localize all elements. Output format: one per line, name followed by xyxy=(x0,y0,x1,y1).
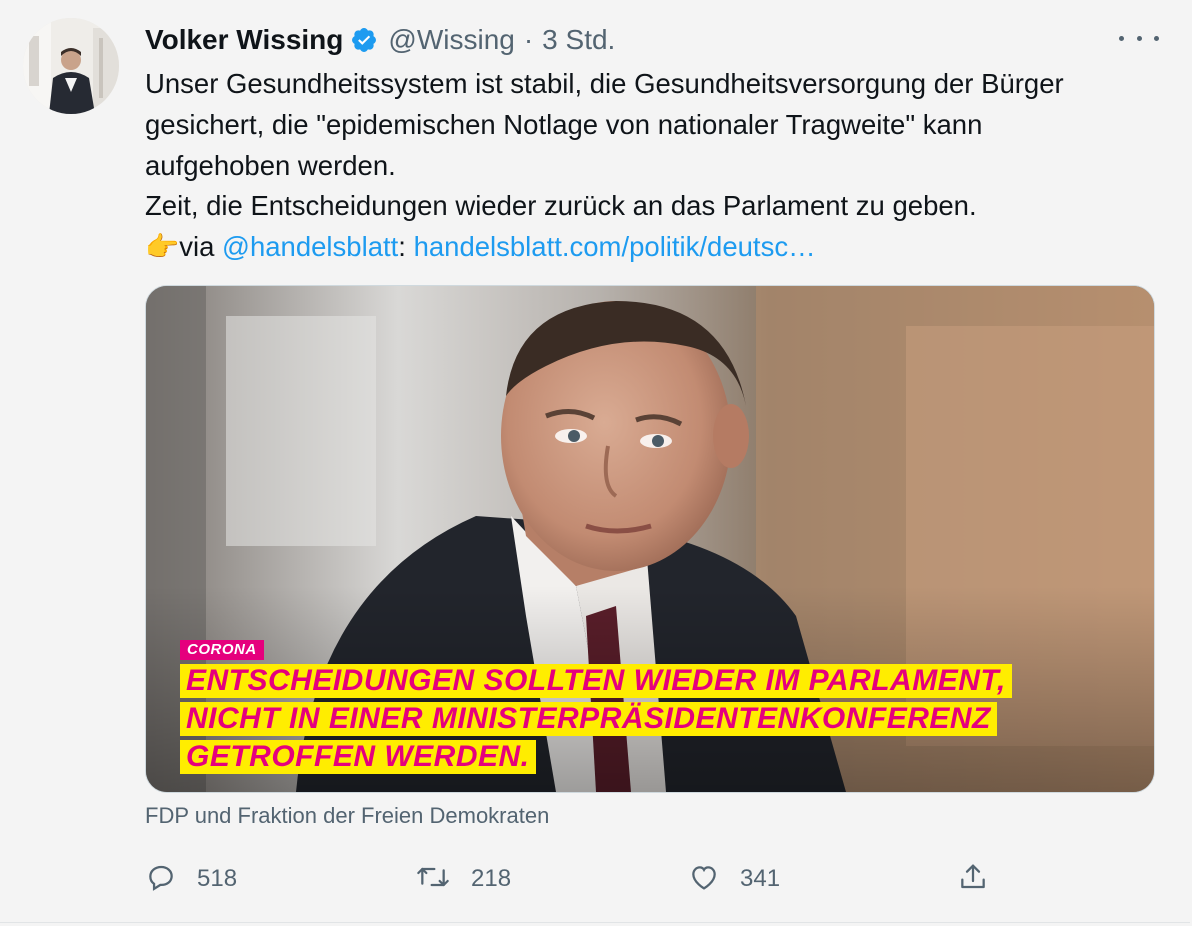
avatar[interactable] xyxy=(23,18,119,114)
like-count: 341 xyxy=(740,865,781,892)
retweet-count: 218 xyxy=(471,865,512,892)
tweet-text-line: Zeit, die Entscheidungen wieder zurück a… xyxy=(145,190,977,222)
heart-icon xyxy=(688,861,720,898)
tweet-text: Unser Gesundheitssystem ist stabil, die … xyxy=(145,64,1155,268)
verified-badge-icon xyxy=(350,26,378,54)
via-label: via xyxy=(179,231,223,263)
tweet-card: Volker Wissing @Wissing · 3 Std. Unser G… xyxy=(0,0,1190,923)
media-headline-line: NICHT IN EINER MINISTERPRÄSIDENTENKONFER… xyxy=(180,702,997,736)
via-colon: : xyxy=(398,231,414,263)
media-source-label: FDP und Fraktion der Freien Demokraten xyxy=(145,803,550,828)
avatar-photo xyxy=(23,18,119,114)
tweet-header: Volker Wissing @Wissing · 3 Std. xyxy=(145,22,615,58)
tweet-timestamp[interactable]: 3 Std. xyxy=(542,24,615,56)
tweet-media-image[interactable]: CORONA ENTSCHEIDUNGEN SOLLTEN WIEDER IM … xyxy=(145,285,1155,793)
article-link[interactable]: handelsblatt.com/politik/deutsc… xyxy=(414,231,816,262)
retweet-button[interactable]: 218 xyxy=(415,858,511,900)
tweet-text-line: gesichert, die "epidemischen Notlage von… xyxy=(145,108,983,140)
more-options-icon[interactable] xyxy=(1119,28,1159,48)
media-headline-line: ENTSCHEIDUNGEN SOLLTEN WIEDER IM PARLAME… xyxy=(180,664,1012,698)
retweet-icon xyxy=(415,861,451,898)
author-handle[interactable]: @Wissing xyxy=(388,24,514,56)
tweet-via-line: 👉via @handelsblatt: handelsblatt.com/pol… xyxy=(145,227,1155,268)
media-caption: CORONA ENTSCHEIDUNGEN SOLLTEN WIEDER IM … xyxy=(180,640,1012,774)
pointing-hand-emoji: 👉 xyxy=(145,231,180,263)
author-name[interactable]: Volker Wissing xyxy=(145,24,343,56)
media-tag: CORONA xyxy=(180,640,264,660)
reply-count: 518 xyxy=(197,865,238,892)
mention-link[interactable]: @handelsblatt xyxy=(222,231,398,262)
reply-icon xyxy=(145,861,177,898)
header-separator: · xyxy=(523,24,534,55)
like-button[interactable]: 341 xyxy=(688,858,780,900)
tweet-text-line: Unser Gesundheitssystem ist stabil, die … xyxy=(145,68,1064,99)
share-button[interactable] xyxy=(957,858,989,900)
tweet-text-line: aufgehoben werden. xyxy=(145,149,396,181)
reply-button[interactable]: 518 xyxy=(145,858,237,900)
media-headline-line: GETROFFEN WERDEN. xyxy=(180,740,536,774)
share-icon xyxy=(957,861,989,898)
tweet-action-bar: 518 218 341 xyxy=(145,858,1005,900)
